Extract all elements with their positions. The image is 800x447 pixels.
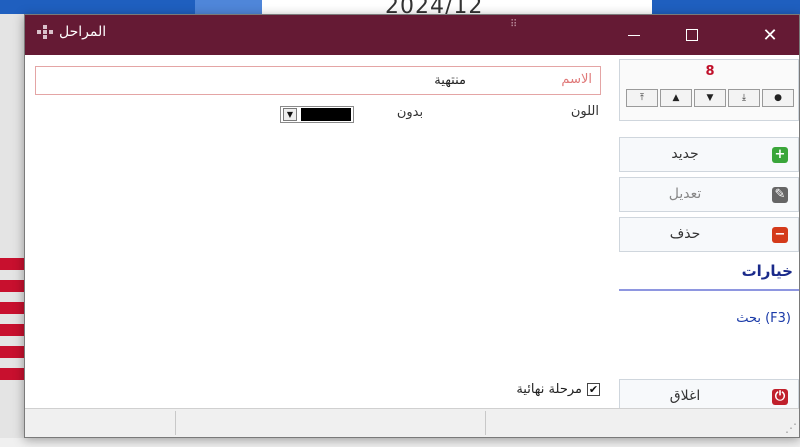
window-title: المراحل: [59, 24, 107, 40]
drag-grip-icon: ⠿: [510, 19, 518, 30]
stages-grid-icon: [37, 25, 53, 39]
minimize-icon: [628, 34, 640, 36]
final-stage-option[interactable]: ✔ مرحلة نهائية: [480, 379, 600, 399]
first-record-button[interactable]: ⤒: [626, 89, 658, 107]
previous-record-button[interactable]: ▲: [660, 89, 692, 107]
color-swatch: [301, 108, 351, 121]
final-stage-label: مرحلة نهائية: [516, 381, 582, 397]
new-button-label: جديد: [671, 146, 699, 162]
background-row-marker: [0, 280, 24, 292]
background-row-marker: [0, 302, 24, 314]
color-label: اللون: [570, 104, 599, 119]
options-divider: [619, 289, 799, 291]
record-navigator: 8 ⤒ ▲ ▼ ⤓ ●: [619, 59, 799, 121]
status-separator: [485, 411, 486, 435]
background-app-tab: [195, 0, 262, 14]
chevron-down-icon[interactable]: ▼: [283, 108, 297, 121]
maximize-button[interactable]: [663, 15, 721, 55]
status-bar: ⋰: [25, 408, 799, 437]
title-bar[interactable]: المراحل ⠿ ✕: [25, 15, 799, 55]
stages-dialog: المراحل ⠿ ✕ 8 ⤒ ▲ ▼ ⤓ ● + جديد ✎ تعديل −…: [24, 14, 800, 438]
minimize-button[interactable]: [605, 15, 663, 55]
background-row-marker: [0, 368, 24, 380]
background-row-marker: [0, 324, 24, 336]
background-row-marker: [0, 258, 24, 270]
next-record-button[interactable]: ▼: [694, 89, 726, 107]
background-row-marker: [0, 346, 24, 358]
search-link[interactable]: بحث (F3): [619, 311, 799, 326]
record-number: 8: [705, 64, 715, 79]
current-record-button[interactable]: ●: [762, 89, 794, 107]
plus-icon: +: [772, 147, 788, 163]
final-stage-checkbox[interactable]: ✔: [587, 382, 600, 396]
last-record-button[interactable]: ⤓: [728, 89, 760, 107]
resize-grip-icon[interactable]: ⋰: [785, 421, 797, 435]
close-window-button[interactable]: ✕: [741, 15, 799, 55]
close-button-label: اغلاق: [669, 388, 701, 404]
maximize-icon: [686, 29, 698, 41]
navigator-buttons: ⤒ ▲ ▼ ⤓ ●: [626, 89, 794, 107]
name-label: الاسم: [561, 72, 592, 87]
new-button[interactable]: + جديد: [619, 137, 799, 172]
options-heading: خيارات: [741, 262, 793, 280]
power-icon: ⏻: [772, 389, 788, 405]
minus-icon: −: [772, 227, 788, 243]
background-app-footer: [0, 438, 800, 447]
edit-button[interactable]: ✎ تعديل: [619, 177, 799, 212]
status-separator: [175, 411, 176, 435]
color-dropdown[interactable]: ▼: [280, 106, 354, 123]
close-icon: ✕: [762, 24, 778, 46]
delete-button-label: حذف: [669, 226, 701, 242]
color-value: بدون: [396, 105, 424, 120]
window-title-group: المراحل: [37, 24, 106, 40]
name-field[interactable]: الاسم منتهية: [35, 66, 601, 95]
background-app-sidebar: [0, 14, 24, 447]
delete-button[interactable]: − حذف: [619, 217, 799, 252]
edit-button-label: تعديل: [668, 186, 702, 202]
pencil-icon: ✎: [772, 187, 788, 203]
name-input-value[interactable]: منتهية: [206, 73, 466, 88]
